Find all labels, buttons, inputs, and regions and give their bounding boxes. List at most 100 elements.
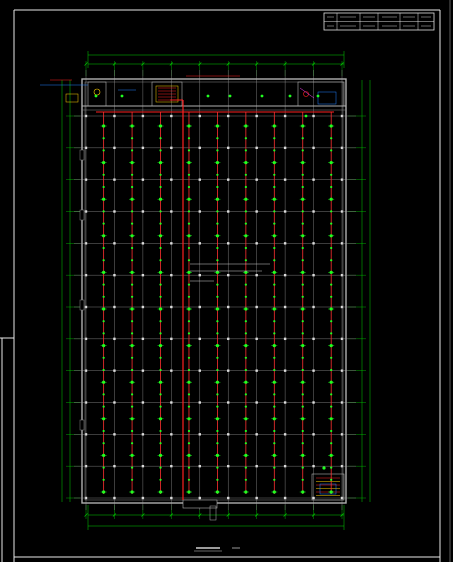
sprinkler-head-mid-0-1-2 — [102, 185, 105, 189]
column-8-11 — [312, 464, 315, 468]
column-2-9 — [141, 401, 145, 404]
sprinkler-head-mid-6-0-1 — [273, 137, 276, 140]
column-6-10 — [255, 433, 258, 436]
sprinkler-head-mid-7-5-1 — [301, 320, 304, 323]
column-5-3 — [227, 210, 230, 213]
sprinkler-head-mid-8-0-2 — [330, 149, 333, 152]
sprinkler-head-mid-1-5-1 — [130, 320, 134, 323]
column-4-3 — [198, 210, 201, 213]
sprinkler-head-mid-0-5-1 — [102, 320, 105, 323]
floor-plan-drawing — [0, 0, 453, 562]
column-7-5 — [283, 273, 287, 277]
column-4-10 — [198, 433, 201, 436]
sprinkler-head-mid-1-6-1 — [130, 356, 134, 359]
sprinkler-head-mid-3-7-2 — [187, 405, 191, 408]
sprinkler-head-mid-1-3-1 — [130, 246, 134, 250]
sprinkler-head-mid-3-3-1 — [187, 246, 191, 250]
sprinkler-head-mid-6-1-1 — [273, 173, 276, 176]
sprinkler-head-mid-5-2-2 — [244, 222, 247, 225]
sprinkler-head-mid-1-4-1 — [130, 283, 134, 286]
sprinkler-head-mid-8-1-1 — [330, 173, 333, 176]
column-8-2 — [312, 178, 315, 181]
corridor-head-1 — [120, 94, 124, 98]
column-5-7 — [227, 337, 230, 341]
column-4-8 — [198, 369, 201, 372]
sprinkler-head-mid-5-6-2 — [244, 368, 247, 372]
sprinkler-head-mid-5-0-2 — [244, 149, 247, 152]
sprinkler-head-mid-4-5-2 — [216, 332, 219, 335]
column-8-10 — [312, 433, 315, 436]
sprinkler-head-mid-5-4-1 — [244, 283, 247, 286]
column-8-8 — [312, 369, 315, 372]
sprinkler-head-mid-2-8-2 — [159, 442, 162, 445]
corridor-head-3 — [228, 94, 232, 98]
sprinkler-head-mid-8-8-1 — [330, 429, 333, 433]
sprinkler-head-mid-2-9-2 — [159, 478, 162, 481]
sprinkler-head-mid-4-1-2 — [216, 185, 219, 189]
column-6-8 — [255, 369, 258, 372]
sprinkler-head-mid-5-9-2 — [244, 478, 247, 481]
sprinkler-head-mid-4-9-1 — [216, 466, 219, 469]
sprinkler-head-mid-4-8-1 — [216, 429, 219, 433]
column-7-3 — [283, 210, 287, 213]
sprinkler-head-mid-3-1-1 — [187, 173, 191, 176]
sprinkler-head-mid-4-9-2 — [216, 478, 219, 481]
sprinkler-head-mid-2-3-2 — [159, 259, 162, 262]
column-1-10 — [113, 433, 116, 436]
sprinkler-head-mid-5-4-2 — [244, 295, 247, 298]
sprinkler-head-mid-2-6-2 — [159, 368, 162, 372]
column-1-1 — [113, 146, 116, 150]
corridor-head-2 — [206, 94, 210, 98]
sprinkler-head-mid-4-5-1 — [216, 320, 219, 323]
column-5-11 — [227, 464, 230, 468]
sprinkler-head-mid-1-6-2 — [130, 368, 134, 372]
sprinkler-head-mid-2-5-1 — [159, 320, 162, 323]
sprinkler-head-mid-7-9-2 — [301, 478, 304, 481]
column-5-9 — [227, 401, 230, 404]
column-8-6 — [312, 305, 315, 309]
sprinkler-head-mid-7-7-1 — [301, 393, 304, 396]
column-7-0 — [283, 114, 287, 118]
sprinkler-head-mid-5-5-1 — [244, 320, 247, 323]
sprinkler-head-mid-6-0-2 — [273, 149, 276, 152]
sprinkler-head-mid-1-9-2 — [130, 478, 134, 481]
drawing-background — [0, 0, 453, 562]
column-3-7 — [170, 337, 173, 341]
column-3-12 — [170, 496, 173, 500]
sprinkler-head-mid-7-8-2 — [301, 442, 304, 445]
sprinkler-head-mid-1-5-2 — [130, 332, 134, 335]
sprinkler-head-mid-8-2-2 — [330, 222, 333, 225]
column-8-0 — [312, 114, 315, 118]
sprinkler-head-mid-4-7-1 — [216, 393, 219, 396]
left-wall-opening-1 — [79, 209, 85, 221]
north-room-head — [304, 114, 308, 118]
sprinkler-head-mid-7-3-1 — [301, 246, 304, 250]
sprinkler-head-mid-3-5-2 — [187, 332, 191, 335]
sprinkler-head-mid-0-0-1 — [102, 137, 105, 140]
sprinkler-head-mid-0-8-2 — [102, 442, 105, 445]
sprinkler-head-mid-2-7-2 — [159, 405, 162, 408]
sprinkler-head-mid-5-9-1 — [244, 466, 247, 469]
sprinkler-head-mid-7-6-1 — [301, 356, 304, 359]
sprinkler-head-mid-3-5-1 — [187, 320, 191, 323]
column-2-0 — [141, 114, 145, 118]
sprinkler-head-mid-8-3-2 — [330, 259, 333, 262]
sprinkler-head-mid-3-8-1 — [187, 429, 191, 433]
column-6-4 — [255, 242, 258, 245]
sprinkler-head-mid-2-1-1 — [159, 173, 162, 176]
column-3-0 — [170, 114, 173, 118]
column-2-3 — [141, 210, 145, 213]
sprinkler-head-mid-7-1-2 — [301, 185, 304, 189]
sprinkler-head-mid-4-8-2 — [216, 442, 219, 445]
sprinkler-head-mid-4-3-2 — [216, 259, 219, 262]
column-6-0 — [255, 114, 258, 118]
column-1-8 — [113, 369, 116, 372]
sprinkler-head-mid-5-7-1 — [244, 393, 247, 396]
column-1-11 — [113, 464, 116, 468]
sprinkler-head-mid-3-9-2 — [187, 478, 191, 481]
sprinkler-head-mid-1-9-1 — [130, 466, 134, 469]
sprinkler-head-mid-3-2-2 — [187, 222, 191, 225]
column-5-12 — [227, 496, 230, 500]
column-4-0 — [198, 114, 201, 118]
sprinkler-head-mid-8-9-1 — [330, 466, 333, 469]
